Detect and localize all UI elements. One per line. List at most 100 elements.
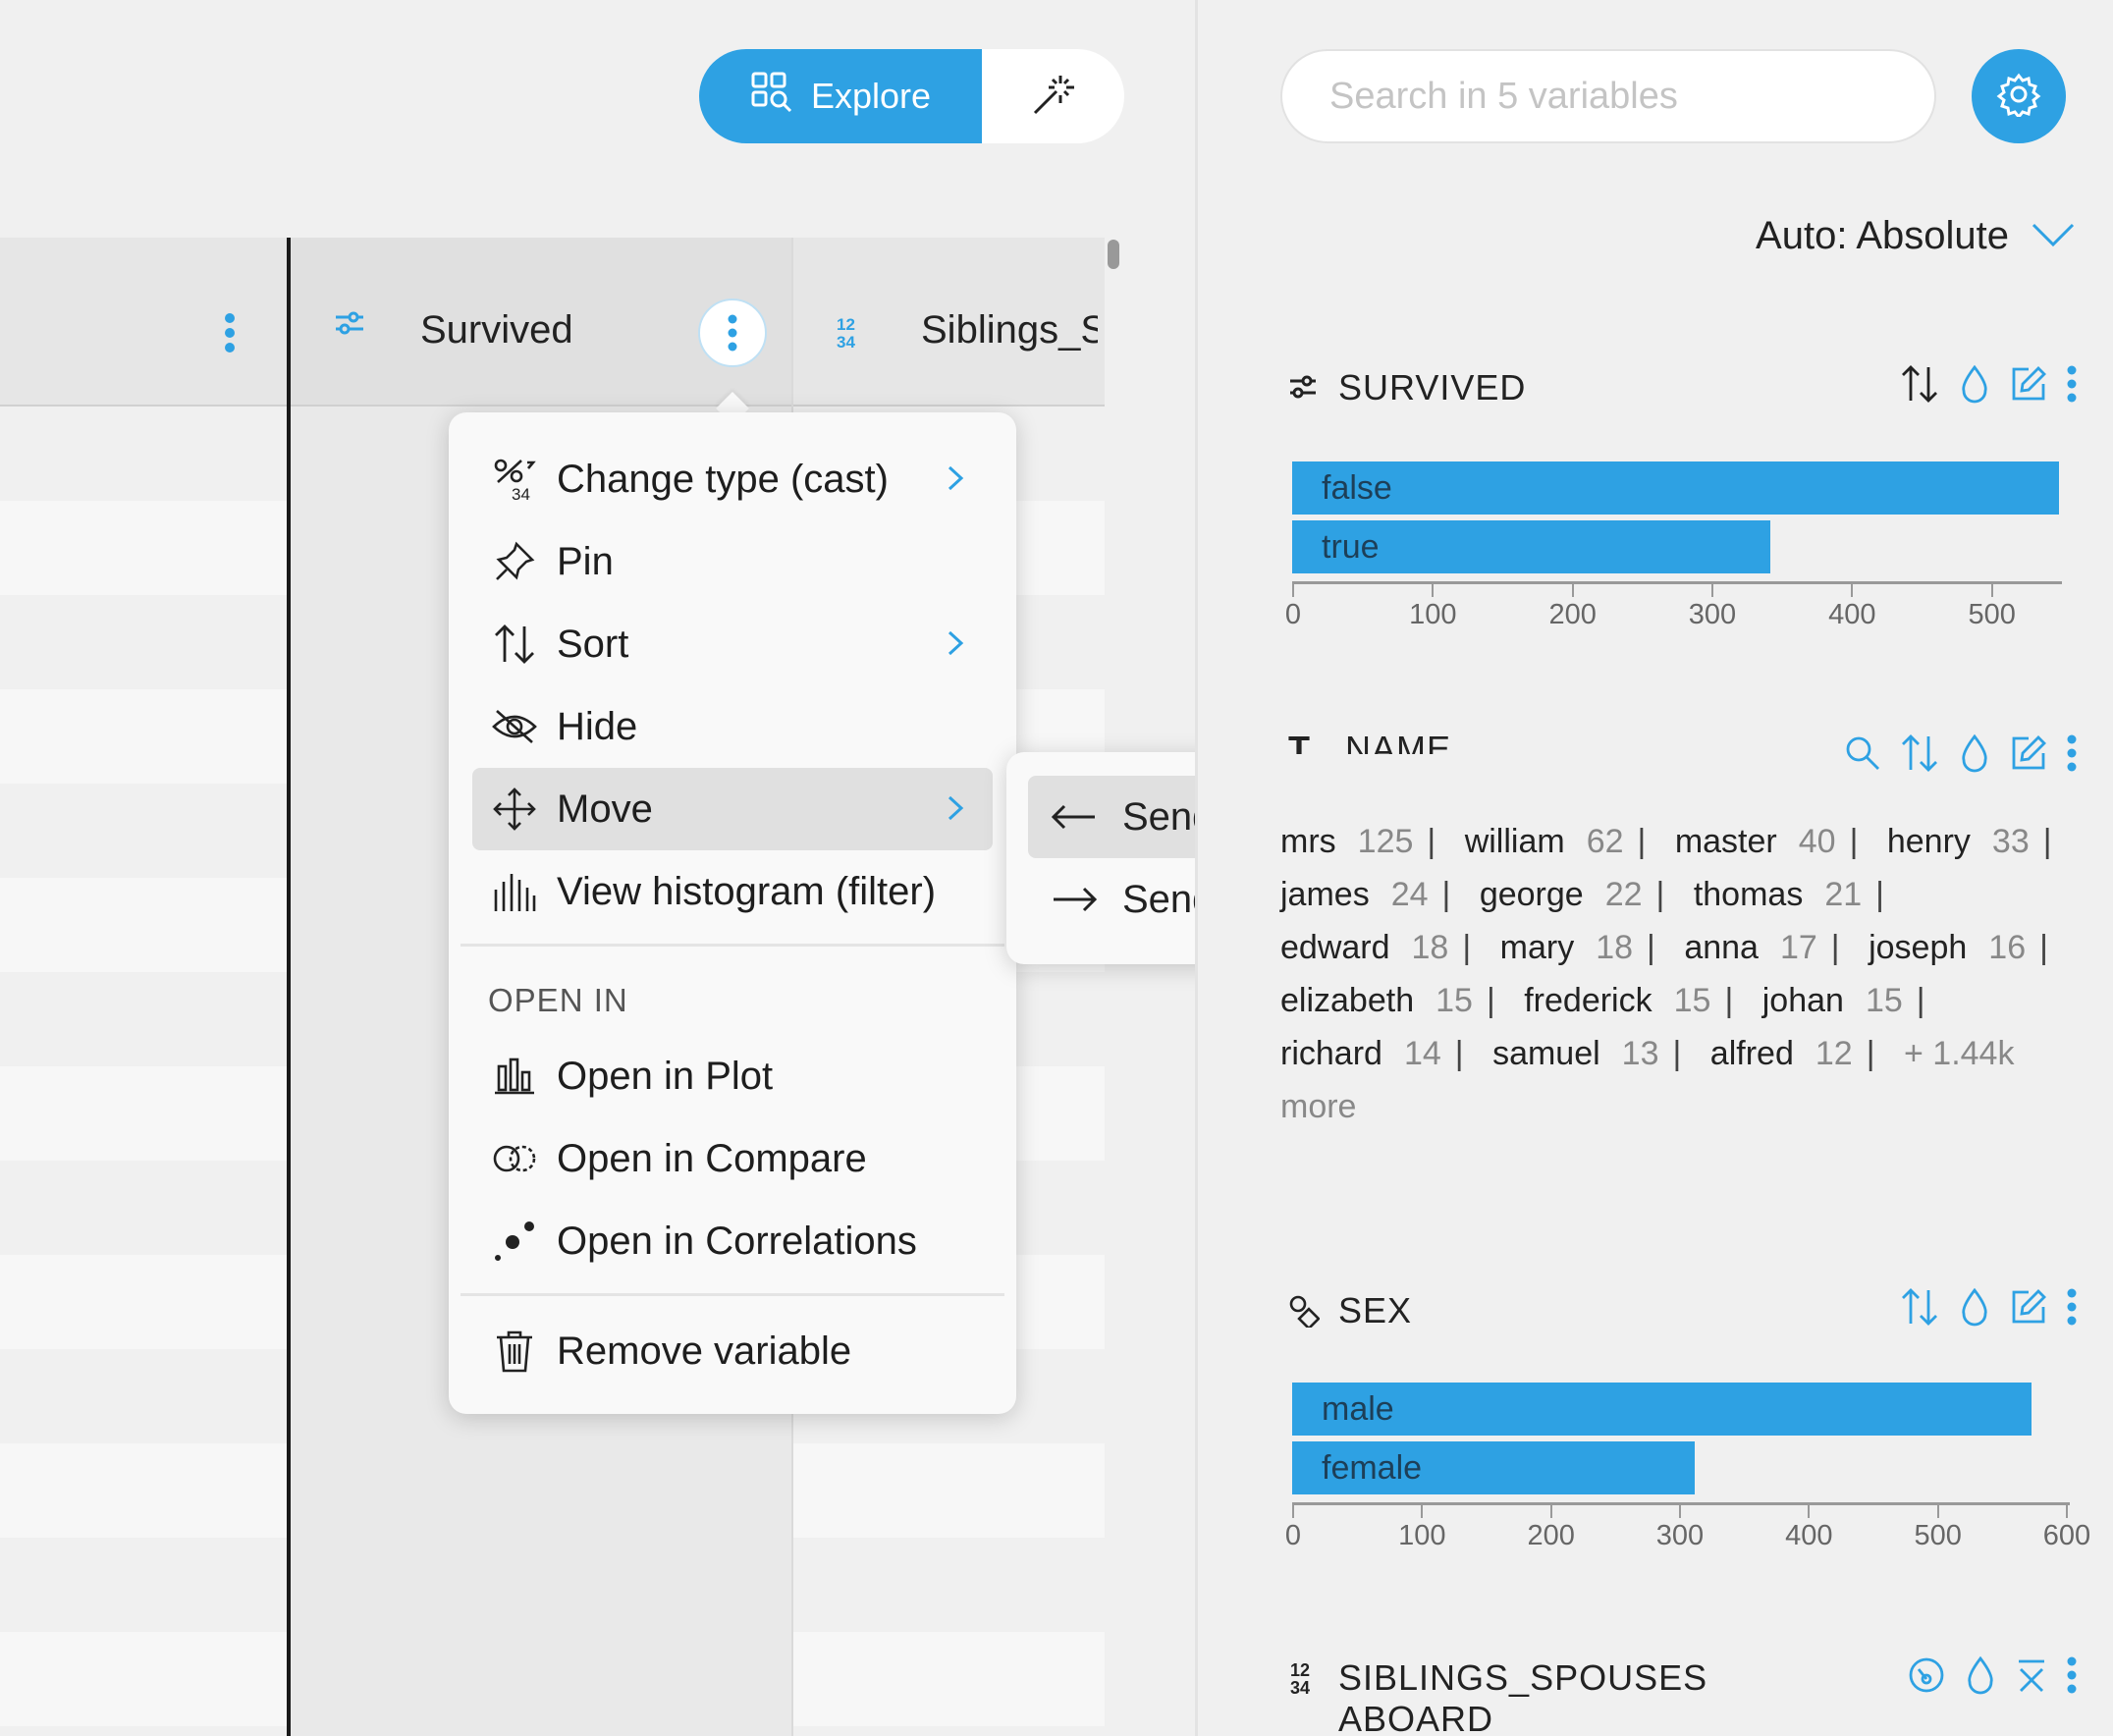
text-type-icon: T (1288, 729, 1311, 754)
token-word[interactable]: master (1675, 823, 1777, 860)
svg-text:34: 34 (512, 485, 530, 502)
token-word[interactable]: george (1480, 876, 1584, 913)
color-drop-icon[interactable] (1958, 1287, 1991, 1331)
token-count: 15 (1865, 982, 1903, 1019)
menu-item-view-histogram[interactable]: View histogram (filter) (472, 850, 993, 933)
token-word[interactable]: richard (1280, 1035, 1382, 1072)
token-word[interactable]: anna (1684, 929, 1759, 966)
token-count: 15 (1673, 982, 1711, 1019)
histogram-bar[interactable]: false (1292, 461, 2059, 515)
token-word[interactable]: mary (1500, 929, 1575, 966)
axis-tick (1549, 1502, 1552, 1518)
axis-tick-label: 300 (1655, 1520, 1705, 1551)
sort-icon[interactable] (1899, 363, 1940, 409)
edit-icon[interactable] (2009, 364, 2048, 408)
variable-title-survived: SURVIVED (1338, 367, 1527, 407)
explore-label: Explore (810, 76, 932, 116)
token-separator: | (2042, 823, 2052, 860)
token-word[interactable]: samuel (1492, 1035, 1600, 1072)
column-menu-button-left[interactable] (224, 312, 236, 358)
token-word[interactable]: william (1465, 823, 1565, 860)
sort-icon[interactable] (1899, 1286, 1940, 1332)
variable-actions-survived (1899, 363, 2078, 409)
variable-title-name-clipped: T NAME (1288, 729, 1451, 754)
token-word[interactable]: johan (1762, 982, 1844, 1019)
token-word[interactable]: mrs (1280, 823, 1336, 860)
menu-item-sort[interactable]: Sort (472, 603, 993, 685)
mean-x-icon[interactable] (2015, 1655, 2048, 1700)
token-separator: | (1724, 982, 1734, 1019)
token-count: 15 (1436, 982, 1473, 1019)
column-menu-button[interactable] (698, 298, 767, 367)
token-word[interactable]: joseph (1869, 929, 1967, 966)
token-separator: | (1875, 876, 1884, 913)
menu-item-label: Open in Plot (557, 1054, 774, 1098)
settings-button[interactable] (1972, 49, 2066, 143)
magic-wand-button[interactable] (982, 49, 1124, 143)
edit-icon[interactable] (2009, 733, 2048, 778)
token-count: 40 (1798, 823, 1836, 860)
token-word[interactable]: elizabeth (1280, 982, 1414, 1019)
explore-button[interactable]: Explore (699, 49, 982, 143)
token-word[interactable]: james (1280, 876, 1370, 913)
token-count: 16 (1988, 929, 2027, 966)
search-icon[interactable] (1844, 734, 1881, 777)
token-word[interactable]: henry (1887, 823, 1971, 860)
token-count: 24 (1390, 876, 1429, 913)
token-separator: | (1454, 1035, 1464, 1072)
open-in-header: OPEN IN (488, 982, 628, 1018)
display-mode-select[interactable]: Auto: Absolute (1756, 214, 2076, 258)
edit-icon[interactable] (2009, 1287, 2048, 1331)
menu-item-remove-variable[interactable]: Remove variable (472, 1310, 993, 1392)
more-vertical-icon[interactable] (2066, 1655, 2078, 1700)
categorical-icon (1288, 373, 1318, 406)
token-word[interactable]: alfred (1710, 1035, 1794, 1072)
token-count: 21 (1824, 876, 1863, 913)
eye-off-icon (480, 707, 549, 746)
display-mode-label: Auto: Absolute (1756, 214, 2009, 257)
axis-tick (1679, 1502, 1681, 1518)
token-separator: | (1427, 823, 1436, 860)
histogram-bar[interactable]: true (1292, 520, 1770, 573)
axis-tick-label: 600 (2042, 1520, 2091, 1551)
histogram-bar[interactable]: male (1292, 1383, 2032, 1436)
token-separator: | (1916, 982, 1925, 1019)
column-header-survived[interactable]: Survived (291, 238, 791, 407)
menu-item-hide[interactable]: Hide (472, 685, 993, 768)
arrow-right-icon (1052, 878, 1098, 922)
token-word[interactable]: thomas (1694, 876, 1804, 913)
token-separator: | (1462, 929, 1472, 966)
menu-item-move[interactable]: Move (472, 768, 993, 850)
menu-item-pin[interactable]: Pin (472, 520, 993, 603)
token-word[interactable]: frederick (1524, 982, 1652, 1019)
more-vertical-icon[interactable] (2066, 1287, 2078, 1331)
token-count: 22 (1604, 876, 1643, 913)
variable-search-input[interactable]: Search in 5 variables (1280, 49, 1936, 143)
color-drop-icon[interactable] (1958, 364, 1991, 408)
menu-item-open-in-plot[interactable]: Open in Plot (472, 1035, 993, 1117)
menu-item-open-in-compare[interactable]: Open in Compare (472, 1117, 993, 1200)
axis-tick-label: 400 (1828, 599, 1876, 630)
more-vertical-icon[interactable] (2066, 733, 2078, 778)
sort-icon[interactable] (1899, 732, 1940, 779)
menu-item-label: Open in Correlations (557, 1219, 917, 1263)
column-name-siblings: Siblings_S (921, 308, 1098, 352)
scrollbar-thumb[interactable] (1108, 240, 1119, 269)
axis-tick-label: 0 (1284, 1520, 1302, 1551)
token-separator: | (1647, 929, 1655, 966)
menu-item-label: Pin (557, 539, 614, 583)
axis-tick (1571, 581, 1574, 597)
menu-item-open-in-correlations[interactable]: Open in Correlations (472, 1200, 993, 1282)
token-count: 18 (1596, 929, 1634, 966)
column-name-survived: Survived (420, 308, 573, 352)
menu-separator (461, 1293, 1004, 1296)
more-vertical-icon[interactable] (2066, 364, 2078, 408)
gauge-icon[interactable] (1907, 1655, 1946, 1700)
color-drop-icon[interactable] (1964, 1655, 1997, 1700)
axis-tick (1990, 581, 1993, 597)
histogram-bar[interactable]: female (1292, 1441, 1695, 1494)
menu-item-change-type[interactable]: 34 Change type (cast) (472, 438, 993, 520)
token-word[interactable]: edward (1280, 929, 1390, 966)
color-drop-icon[interactable] (1958, 733, 1991, 778)
token-count: 13 (1621, 1035, 1659, 1072)
